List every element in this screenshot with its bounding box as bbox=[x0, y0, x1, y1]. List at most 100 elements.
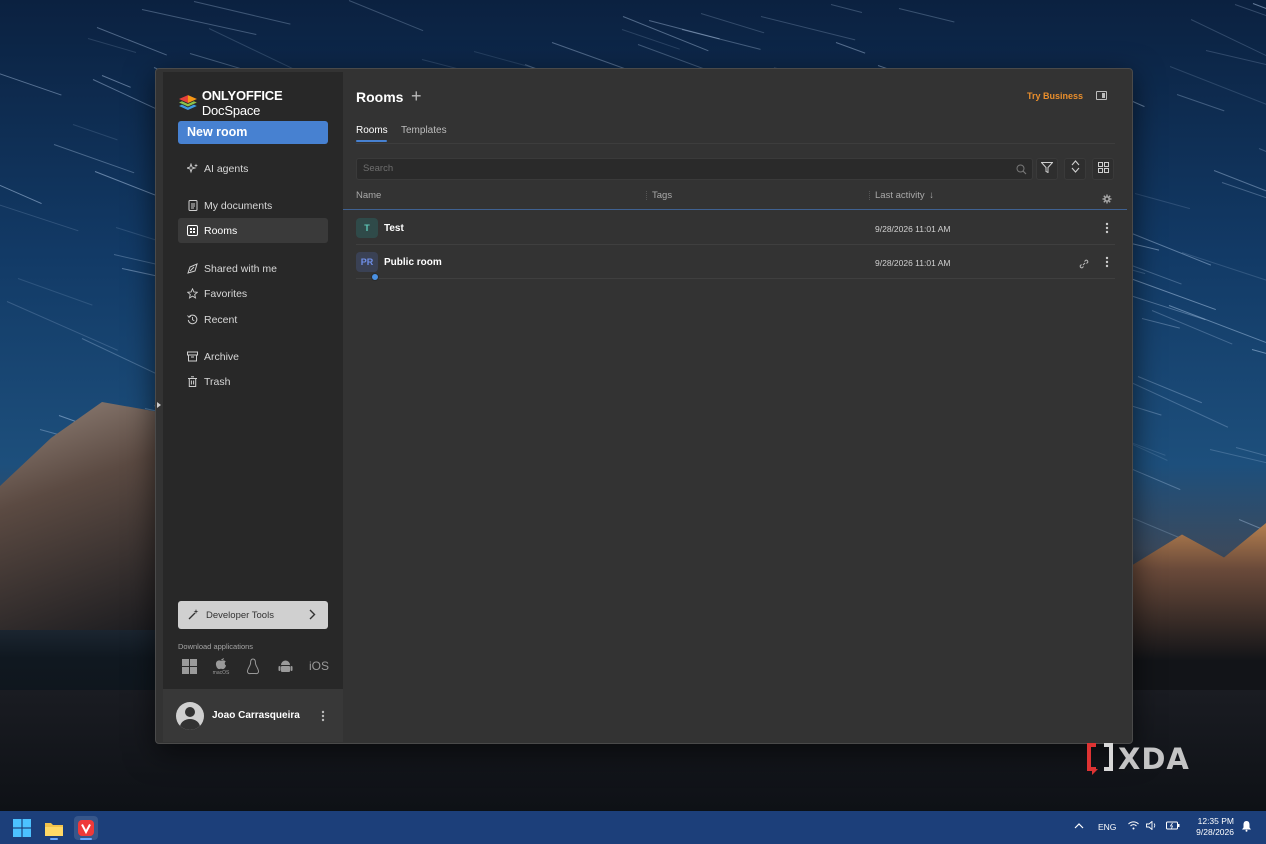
shared-icon bbox=[187, 263, 198, 274]
star-trail bbox=[53, 143, 134, 173]
star-trail bbox=[348, 0, 423, 31]
column-header-label: Last activity bbox=[875, 190, 925, 201]
search-input[interactable]: Search bbox=[356, 158, 1033, 180]
system-clock[interactable]: 12:35 PM 9/28/2026 bbox=[1188, 816, 1234, 838]
sidebar-expand-arrow-icon[interactable] bbox=[157, 402, 161, 408]
sort-desc-arrow-icon: ↓ bbox=[929, 190, 935, 201]
sidebar-item-label: My documents bbox=[204, 199, 273, 212]
chevron-right-icon bbox=[309, 609, 316, 623]
battery-icon[interactable] bbox=[1166, 821, 1180, 832]
active-tab-indicator bbox=[356, 140, 387, 142]
more-vertical-icon[interactable] bbox=[1105, 221, 1109, 239]
public-globe-icon bbox=[371, 273, 379, 281]
star-trail bbox=[0, 201, 79, 232]
docspace-window: ONLYOFFICE DocSpace New room AI agents M… bbox=[155, 68, 1133, 744]
room-icon: T bbox=[356, 218, 378, 238]
column-header-tags[interactable]: Tags bbox=[652, 190, 672, 201]
sidebar-item-archive[interactable]: Archive bbox=[178, 344, 328, 369]
sidebar-item-label: AI agents bbox=[204, 162, 249, 175]
sidebar: ONLYOFFICE DocSpace New room AI agents M… bbox=[163, 72, 343, 742]
sidebar-item-ai-agents[interactable]: AI agents bbox=[178, 156, 328, 181]
tab-templates[interactable]: Templates bbox=[401, 125, 447, 136]
column-header-last-activity[interactable]: Last activity ↓ bbox=[875, 190, 934, 201]
star-trail bbox=[760, 15, 856, 40]
trash-icon bbox=[187, 376, 198, 387]
room-name[interactable]: Test bbox=[384, 223, 404, 234]
info-panel-icon[interactable] bbox=[1096, 91, 1107, 100]
macos-caption: macOS bbox=[212, 669, 230, 676]
column-resize-handle[interactable] bbox=[646, 191, 647, 200]
android-icon[interactable] bbox=[276, 656, 294, 676]
app-logo[interactable]: ONLYOFFICE DocSpace bbox=[178, 88, 343, 118]
star-trail bbox=[0, 176, 42, 204]
new-room-button[interactable]: New room bbox=[178, 121, 328, 144]
table-row[interactable]: T Test 9/28/2026 11:01 AM bbox=[356, 211, 1115, 245]
sidebar-item-label: Trash bbox=[204, 375, 231, 388]
sidebar-item-label: Shared with me bbox=[204, 262, 277, 275]
star-trail bbox=[1235, 447, 1266, 483]
windows-start-icon[interactable] bbox=[10, 816, 34, 840]
view-toggle-button[interactable] bbox=[1092, 158, 1114, 180]
sidebar-item-label: Rooms bbox=[204, 224, 238, 237]
running-indicator bbox=[80, 838, 92, 840]
sidebar-item-label: Recent bbox=[204, 313, 238, 326]
wifi-icon[interactable] bbox=[1128, 821, 1139, 832]
sidebar-item-rooms[interactable]: Rooms bbox=[178, 218, 328, 243]
sidebar-item-recent[interactable]: Recent bbox=[178, 307, 328, 332]
star-trail bbox=[1205, 50, 1266, 67]
developer-tools-button[interactable]: Developer Tools bbox=[178, 601, 328, 629]
more-vertical-icon[interactable] bbox=[1105, 255, 1109, 273]
taskbar: ENG 12:35 PM 9/28/2026 bbox=[0, 811, 1266, 844]
history-icon bbox=[187, 314, 198, 325]
sidebar-item-label: Favorites bbox=[204, 287, 248, 300]
sidebar-item-my-documents[interactable]: My documents bbox=[178, 193, 328, 218]
star-trail bbox=[1258, 148, 1266, 164]
xda-text: XDA bbox=[1118, 742, 1190, 776]
volume-icon[interactable] bbox=[1146, 820, 1157, 832]
table-row[interactable]: PR Public room 9/28/2026 11:01 AM bbox=[356, 245, 1115, 281]
tab-rooms[interactable]: Rooms bbox=[356, 125, 388, 136]
star-trail bbox=[1191, 18, 1266, 73]
xda-watermark: XDA bbox=[1086, 742, 1190, 776]
apple-icon[interactable]: macOS bbox=[212, 656, 230, 676]
user-name: Joao Carrasqueira bbox=[212, 710, 300, 721]
ios-icon[interactable]: iOS bbox=[308, 656, 330, 676]
clock-time: 12:35 PM bbox=[1197, 816, 1234, 826]
avatar[interactable] bbox=[176, 701, 204, 730]
main-content: Rooms + Try Business Rooms Templates Sea… bbox=[343, 69, 1132, 743]
onlyoffice-logo-icon bbox=[178, 95, 197, 110]
vivaldi-browser-icon[interactable] bbox=[74, 816, 98, 840]
wand-icon bbox=[188, 608, 200, 623]
search-icon bbox=[1016, 163, 1027, 183]
sidebar-item-favorites[interactable]: Favorites bbox=[178, 281, 328, 306]
grid-view-icon bbox=[1097, 160, 1109, 178]
column-resize-handle[interactable] bbox=[869, 191, 870, 200]
star-trail bbox=[830, 4, 862, 14]
divider bbox=[356, 143, 1115, 144]
room-name[interactable]: Public room bbox=[384, 257, 442, 268]
filter-icon bbox=[1040, 160, 1054, 178]
file-explorer-icon[interactable] bbox=[42, 816, 66, 840]
sidebar-item-trash[interactable]: Trash bbox=[178, 369, 328, 394]
settings-gear-icon[interactable] bbox=[1102, 191, 1112, 209]
linux-icon[interactable] bbox=[244, 656, 262, 676]
star-trail bbox=[836, 41, 866, 54]
plus-icon[interactable]: + bbox=[411, 87, 422, 105]
chevron-up-icon[interactable] bbox=[1074, 821, 1084, 831]
language-indicator[interactable]: ENG bbox=[1098, 822, 1116, 832]
sort-button[interactable] bbox=[1064, 158, 1086, 180]
user-profile[interactable]: Joao Carrasqueira bbox=[163, 689, 343, 742]
windows-icon[interactable] bbox=[180, 656, 198, 676]
logo-text: ONLYOFFICE DocSpace bbox=[201, 88, 283, 118]
notification-bell-icon[interactable] bbox=[1241, 820, 1252, 834]
link-icon[interactable] bbox=[1079, 256, 1089, 274]
try-business-link[interactable]: Try Business bbox=[1027, 91, 1083, 101]
more-vertical-icon[interactable] bbox=[321, 709, 325, 727]
star-icon bbox=[187, 288, 198, 299]
filter-button[interactable] bbox=[1036, 158, 1058, 180]
sort-icon bbox=[1071, 160, 1080, 178]
running-indicator bbox=[50, 838, 58, 840]
star-trail bbox=[700, 13, 764, 34]
column-header-name[interactable]: Name bbox=[356, 190, 381, 201]
sidebar-item-shared-with-me[interactable]: Shared with me bbox=[178, 256, 328, 281]
